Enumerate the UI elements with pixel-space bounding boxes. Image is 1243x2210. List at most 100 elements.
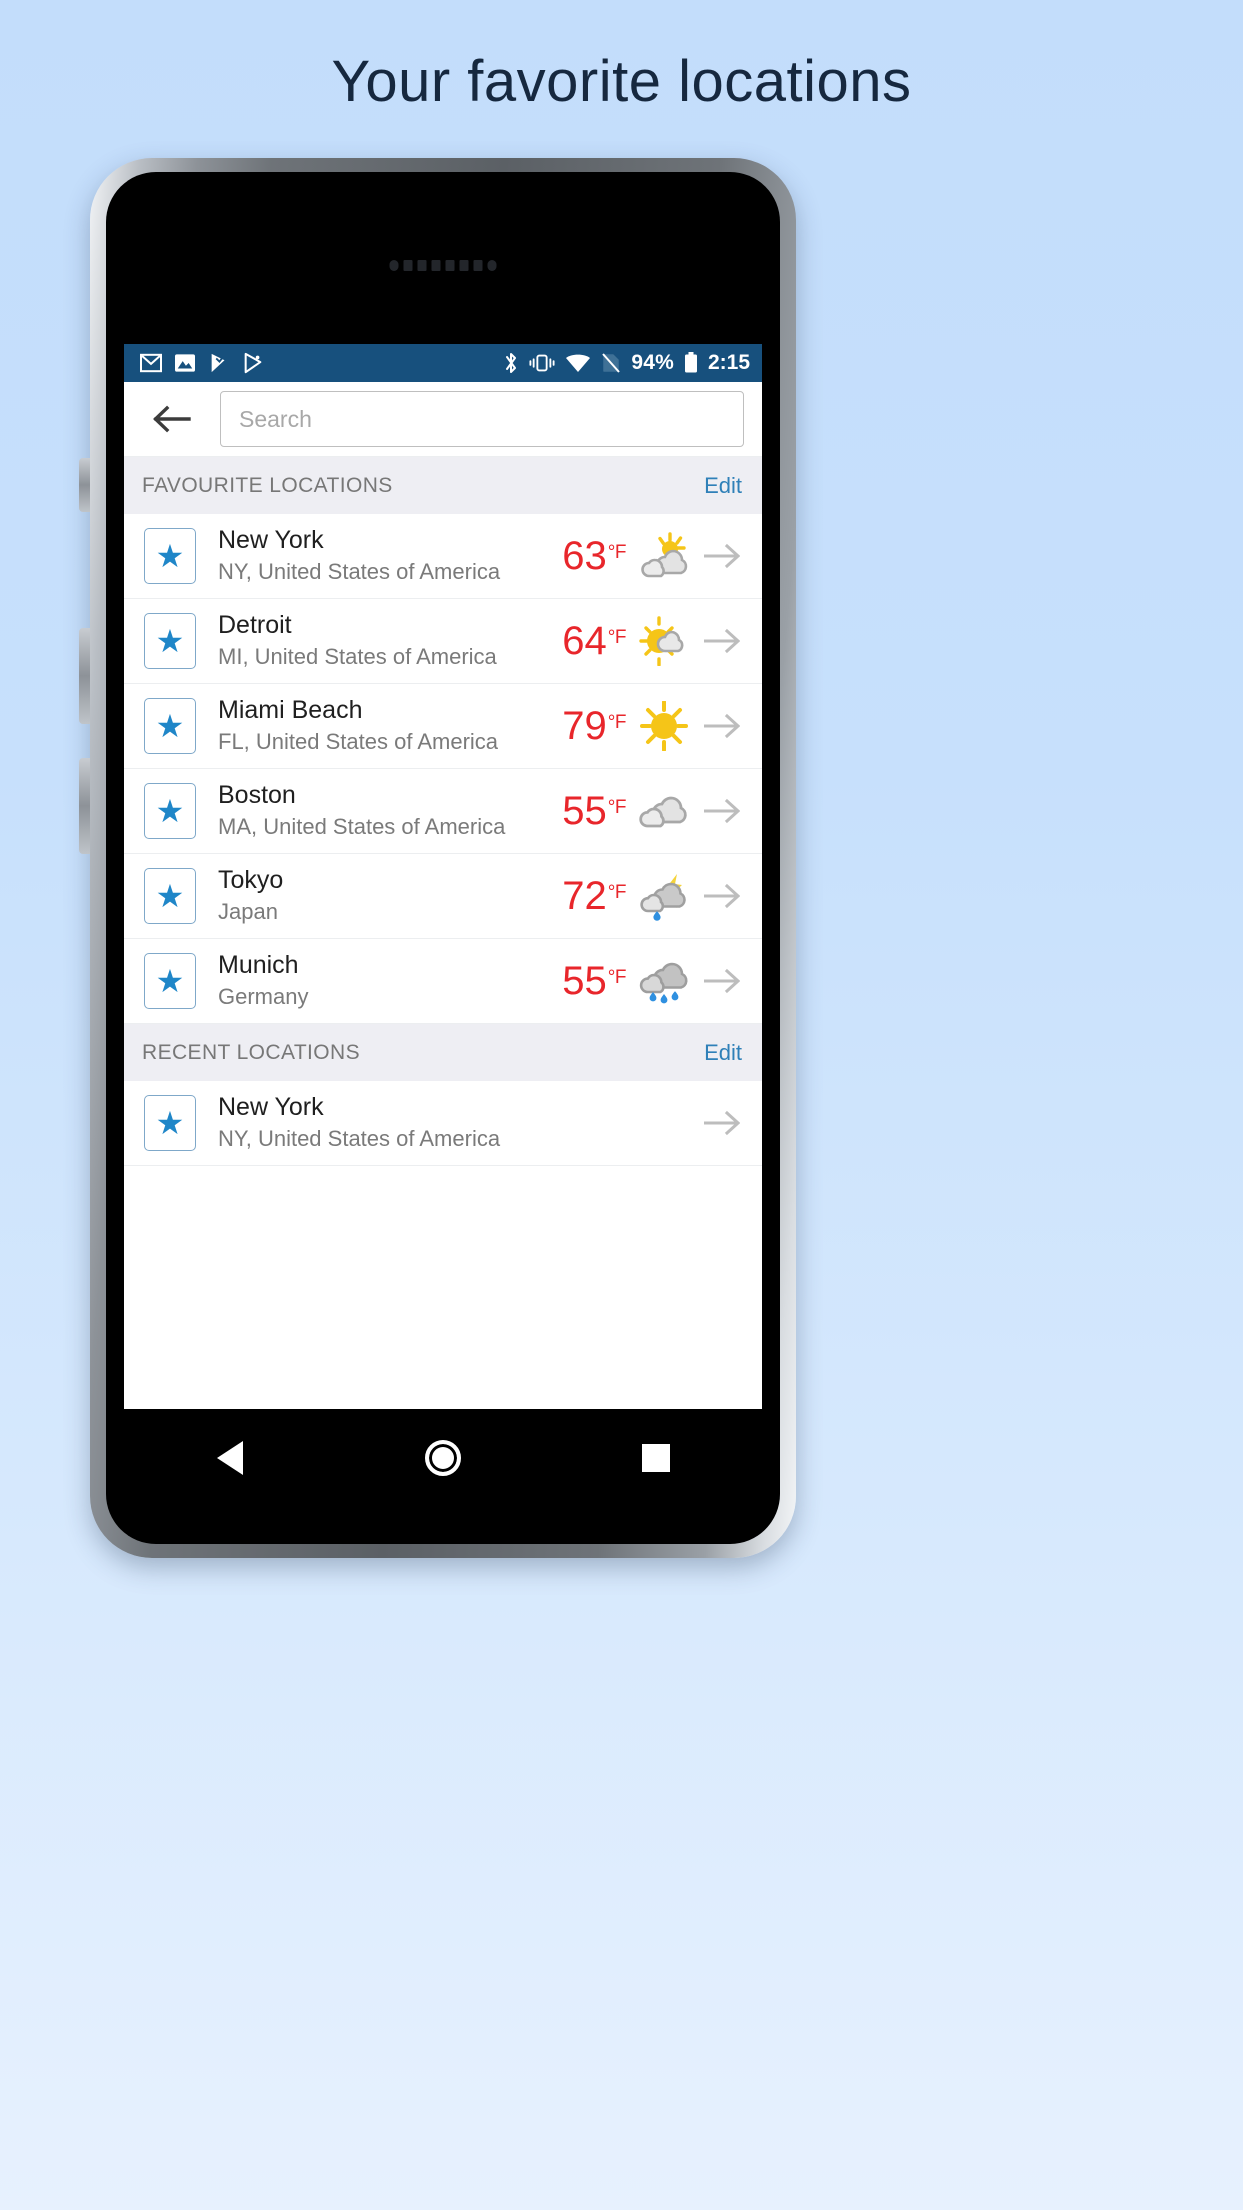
favourite-star-button[interactable]: ★ xyxy=(144,698,196,754)
phone-device-frame: 94% 2:15 FAVOURITE LOCATIONS Edit xyxy=(79,158,796,1558)
star-icon: ★ xyxy=(155,623,185,659)
temperature-unit: °F xyxy=(607,712,627,733)
location-row[interactable]: ★ New York NY, United States of America xyxy=(124,1081,762,1166)
list-empty-area xyxy=(124,1166,762,1409)
arrow-right-icon[interactable] xyxy=(700,628,744,654)
nav-back-button[interactable] xyxy=(190,1428,270,1488)
temperature-value: 79 xyxy=(562,704,607,748)
temperature-value: 63 xyxy=(562,534,607,578)
temperature-unit: °F xyxy=(607,627,627,648)
search-field-wrapper[interactable] xyxy=(220,391,744,447)
location-name: Detroit xyxy=(218,611,292,640)
section-header-favourites: FAVOURITE LOCATIONS Edit xyxy=(124,457,762,514)
star-icon: ★ xyxy=(155,708,185,744)
sun-small-cloud-icon xyxy=(636,615,692,667)
location-text: Miami Beach FL, United States of America xyxy=(218,695,562,756)
location-region: MA, United States of America xyxy=(218,813,506,839)
favourite-star-button[interactable]: ★ xyxy=(144,1095,196,1151)
location-row[interactable]: ★ New York NY, United States of America … xyxy=(124,514,762,599)
location-name: Miami Beach xyxy=(218,696,363,725)
nav-recents-square-icon xyxy=(641,1444,670,1472)
temperature: 55 °F xyxy=(562,791,626,831)
back-arrow-icon xyxy=(153,405,191,433)
arrow-right-icon[interactable] xyxy=(700,968,744,994)
thunderstorm-rain-icon xyxy=(636,870,692,922)
nav-home-button[interactable] xyxy=(403,1428,483,1488)
earpiece-grille-icon xyxy=(389,260,497,271)
section-title: FAVOURITE LOCATIONS xyxy=(142,473,393,497)
favourite-star-button[interactable]: ★ xyxy=(144,528,196,584)
location-row[interactable]: ★ Detroit MI, United States of America 6… xyxy=(124,599,762,684)
play-movies-icon xyxy=(211,353,225,373)
arrow-right-icon[interactable] xyxy=(700,883,744,909)
android-navigation-bar xyxy=(124,1409,762,1507)
temperature-value: 55 xyxy=(562,789,607,833)
location-text: Munich Germany xyxy=(218,950,562,1011)
phone-screen: 94% 2:15 FAVOURITE LOCATIONS Edit xyxy=(124,344,762,1409)
arrow-right-icon[interactable] xyxy=(700,1110,744,1136)
temperature-unit: °F xyxy=(607,882,627,903)
location-row[interactable]: ★ Boston MA, United States of America 55… xyxy=(124,769,762,854)
bluetooth-icon xyxy=(506,353,517,373)
temperature-unit: °F xyxy=(607,797,627,818)
edit-favourites-button[interactable]: Edit xyxy=(704,473,742,499)
page-title: Your favorite locations xyxy=(331,49,912,114)
section-title: RECENT LOCATIONS xyxy=(142,1040,360,1064)
temperature: 64 °F xyxy=(562,621,626,661)
temperature-unit: °F xyxy=(607,542,627,563)
sun-behind-cloud-icon xyxy=(636,530,692,582)
temperature: 79 °F xyxy=(562,706,626,746)
location-text: New York NY, United States of America xyxy=(218,525,562,586)
gmail-icon xyxy=(140,353,162,373)
location-row[interactable]: ★ Munich Germany 55 °F xyxy=(124,939,762,1024)
arrow-right-icon[interactable] xyxy=(700,713,744,739)
nav-recents-button[interactable] xyxy=(616,1428,696,1488)
location-row[interactable]: ★ Tokyo Japan 72 °F xyxy=(124,854,762,939)
star-icon: ★ xyxy=(155,878,185,914)
star-icon: ★ xyxy=(155,963,185,999)
sun-icon xyxy=(636,700,692,752)
favourite-star-button[interactable]: ★ xyxy=(144,783,196,839)
status-system-icons: 94% 2:15 xyxy=(503,351,750,375)
photos-icon xyxy=(175,354,195,372)
location-region: Japan xyxy=(218,898,278,924)
location-region: NY, United States of America xyxy=(218,1125,501,1151)
location-text: Detroit MI, United States of America xyxy=(218,610,562,671)
edit-recent-button[interactable]: Edit xyxy=(704,1040,742,1066)
no-sim-icon xyxy=(602,353,621,373)
temperature-value: 55 xyxy=(562,959,607,1003)
battery-percent-label: 94% xyxy=(631,351,674,374)
favourite-star-button[interactable]: ★ xyxy=(144,953,196,1009)
section-header-recent: RECENT LOCATIONS Edit xyxy=(124,1024,762,1081)
location-text: New York NY, United States of America xyxy=(218,1092,625,1153)
location-name: Boston xyxy=(218,781,296,810)
vibrate-icon xyxy=(529,354,555,372)
arrow-right-icon[interactable] xyxy=(700,543,744,569)
search-input[interactable] xyxy=(239,405,725,433)
location-region: Germany xyxy=(218,983,309,1009)
temperature-value: 72 xyxy=(562,874,607,918)
temperature: 72 °F xyxy=(562,876,626,916)
location-name: Munich xyxy=(218,951,299,980)
star-icon: ★ xyxy=(155,793,185,829)
volume-button xyxy=(79,758,90,854)
back-button[interactable] xyxy=(146,393,198,445)
location-region: MI, United States of America xyxy=(218,643,497,669)
arrow-right-icon[interactable] xyxy=(700,798,744,824)
favourite-star-button[interactable]: ★ xyxy=(144,868,196,924)
location-name: New York xyxy=(218,1093,324,1122)
app-bar xyxy=(124,382,762,457)
location-text: Tokyo Japan xyxy=(218,865,562,926)
location-row[interactable]: ★ Miami Beach FL, United States of Ameri… xyxy=(124,684,762,769)
location-name: Tokyo xyxy=(218,866,284,895)
status-notification-icons xyxy=(140,352,264,374)
star-icon: ★ xyxy=(155,1105,185,1141)
temperature-unit: °F xyxy=(607,967,627,988)
location-text: Boston MA, United States of America xyxy=(218,780,562,841)
location-region: NY, United States of America xyxy=(218,558,501,584)
location-name: New York xyxy=(218,526,324,555)
favourite-star-button[interactable]: ★ xyxy=(144,613,196,669)
star-icon: ★ xyxy=(155,538,185,574)
phone-bezel: 94% 2:15 FAVOURITE LOCATIONS Edit xyxy=(106,172,780,1544)
cloud-icon xyxy=(636,785,692,837)
